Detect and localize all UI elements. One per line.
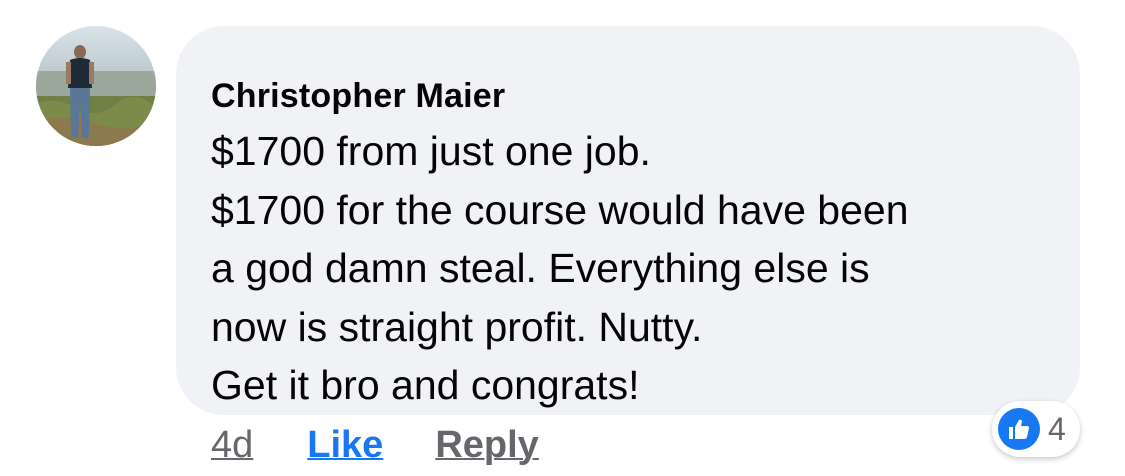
comment-line: Get it bro and congrats!	[211, 362, 640, 408]
comment-text: $1700 from just one job. $1700 for the c…	[211, 122, 1060, 415]
reply-button[interactable]: Reply	[435, 424, 538, 467]
comment-line: $1700 from just one job.	[211, 128, 651, 174]
timestamp[interactable]: 4d	[211, 424, 253, 467]
reaction-summary[interactable]: 4	[992, 401, 1080, 457]
comment-line: $1700 for the course would have been	[211, 186, 909, 233]
comment-line: a god damn steal. Everything else is	[211, 245, 870, 291]
reaction-count: 4	[1048, 410, 1066, 447]
like-button[interactable]: Like	[307, 424, 383, 467]
comment-line: now is straight profit. Nutty.	[211, 303, 703, 350]
comment-actions: 4d Like Reply	[211, 420, 539, 470]
author-name[interactable]: Christopher Maier	[211, 76, 1060, 116]
comment-bubble: Christopher Maier $1700 from just one jo…	[176, 26, 1080, 415]
avatar[interactable]	[36, 26, 156, 146]
thumbs-up-icon	[998, 408, 1040, 450]
